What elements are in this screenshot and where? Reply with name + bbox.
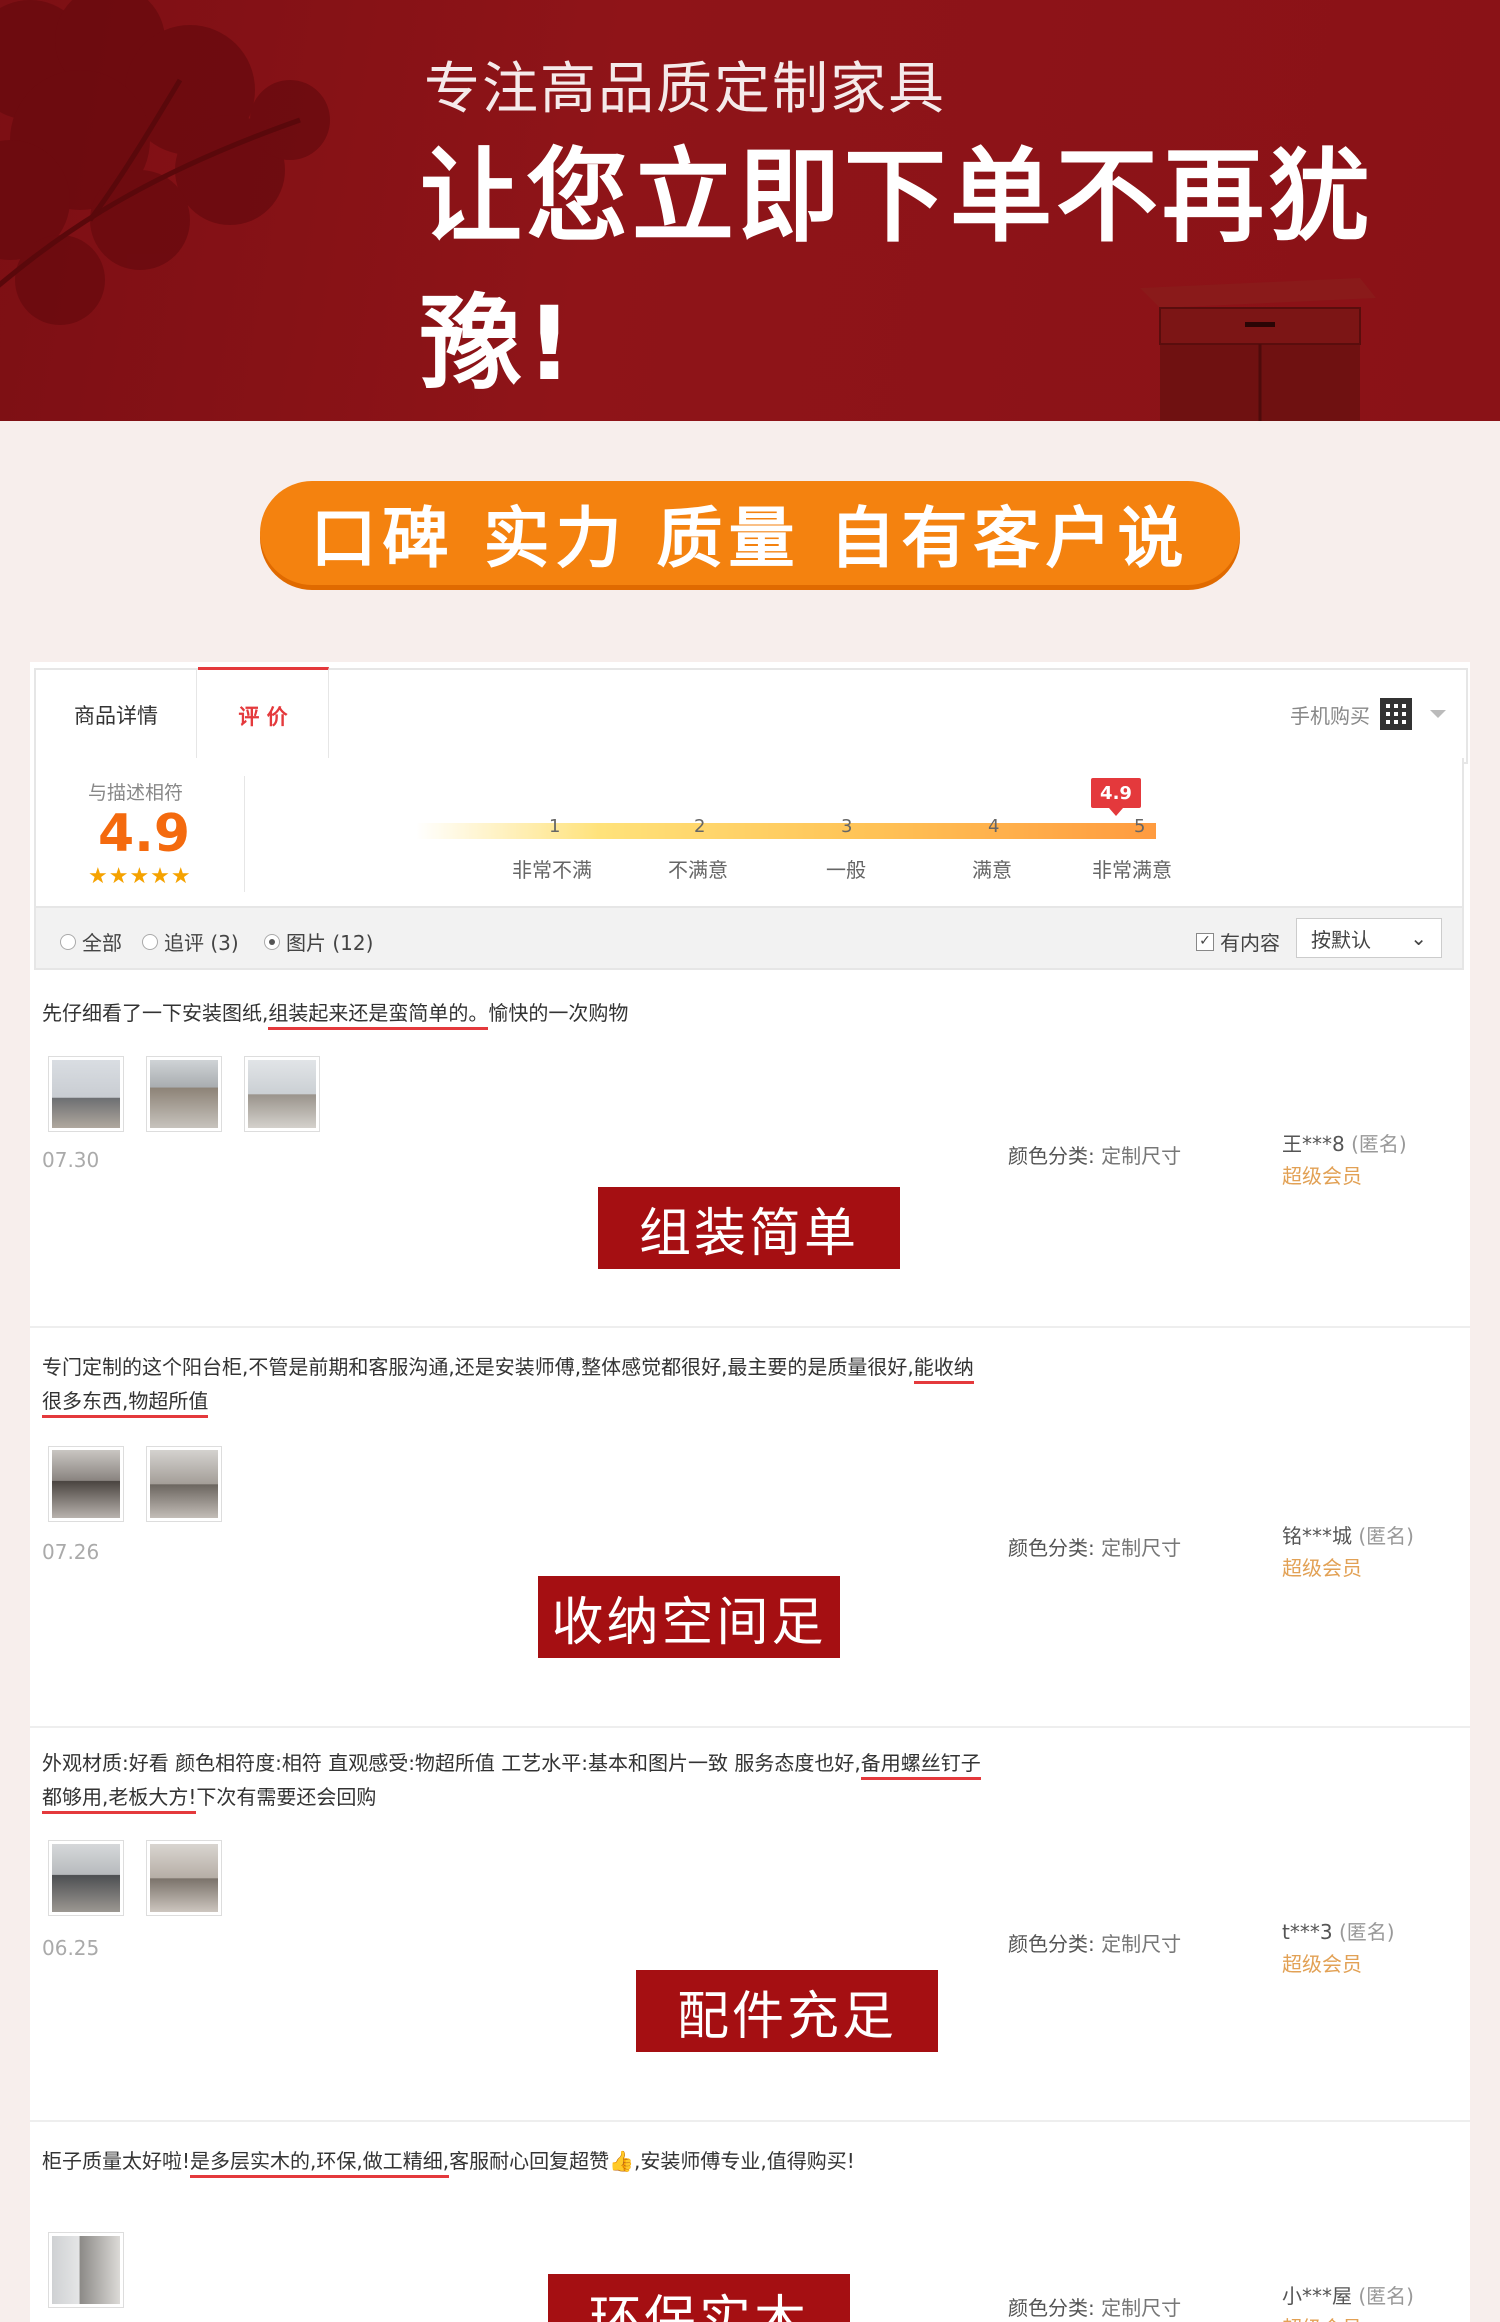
review-photo[interactable] — [48, 2232, 124, 2308]
reviewer-name: 铭***城 (匿名) — [1282, 1524, 1414, 1548]
filter-all[interactable]: 全部 — [60, 927, 122, 956]
review-text: 先仔细看了一下安装图纸,组装起来还是蛮简单的。愉快的一次购物 — [42, 996, 992, 1030]
reviewer-name: t***3 (匿名) — [1282, 1920, 1395, 1944]
review-photo[interactable] — [146, 1840, 222, 1916]
review-highlight: 组装起来还是蛮简单的。 — [268, 1001, 489, 1030]
qr-code-icon — [1380, 698, 1412, 730]
divider — [244, 776, 245, 892]
radio-icon — [142, 933, 158, 950]
scale-label-5: 非常满意 — [1092, 858, 1172, 882]
vip-badge: 超级会员 — [1282, 1952, 1362, 1976]
scale-num-1: 1 — [549, 816, 561, 837]
rating-scale-bar — [416, 823, 1156, 839]
color-category: 颜色分类: 定制尺寸 — [1008, 1536, 1182, 1560]
rating-score: 4.9 — [98, 804, 191, 864]
has-content-checkbox[interactable]: ✓ 有内容 — [1196, 927, 1280, 956]
scale-num-4: 4 — [988, 816, 1000, 837]
color-category: 颜色分类: 定制尺寸 — [1008, 1144, 1182, 1168]
review-text: 柜子质量太好啦!是多层实木的,环保,做工精细,客服耐心回复超赞👍,安装师傅专业,… — [42, 2144, 992, 2178]
reviewer-name: 小***屋 (匿名) — [1282, 2284, 1414, 2308]
review-text: 外观材质:好看 颜色相符度:相符 直观感受:物超所值 工艺水平:基本和图片一致 … — [42, 1746, 992, 1814]
highlight-tag: 收纳空间足 — [538, 1576, 840, 1658]
page: 专注高品质定制家具 让您立即下单不再犹豫! 口碑 实力 质量 自有客户说 商品详… — [0, 0, 1500, 2322]
color-category: 颜色分类: 定制尺寸 — [1008, 1932, 1182, 1956]
scale-num-5: 5 — [1134, 816, 1146, 837]
review-panel: 商品详情 评 价 手机购买 与描述相符 4.9 ★★★★★ 4.9 1 2 3 … — [30, 662, 1470, 2322]
review-date: 06.25 — [42, 1936, 100, 1960]
highlight-tag: 环保实木 — [548, 2274, 850, 2322]
rating-stars-icon: ★★★★★ — [88, 864, 192, 889]
chevron-down-icon: ⌄ — [1410, 926, 1427, 950]
chevron-down-icon — [1430, 710, 1446, 718]
vip-badge: 超级会员 — [1282, 1556, 1362, 1580]
review-photo[interactable] — [146, 1056, 222, 1132]
highlight-tag: 组装简单 — [598, 1187, 900, 1269]
review-date: 07.26 — [42, 1540, 100, 1564]
review-item: 专门定制的这个阳台柜,不管是前期和客服沟通,还是安装师傅,整体感觉都很好,最主要… — [30, 1326, 1470, 1728]
filter-follow-up[interactable]: 追评 (3) — [142, 927, 239, 956]
scale-label-3: 一般 — [826, 858, 866, 882]
has-content-label: 有内容 — [1220, 931, 1280, 955]
scale-num-3: 3 — [841, 816, 853, 837]
rating-label: 与描述相符 — [88, 782, 184, 804]
filter-pics-label: 图片 (12) — [286, 931, 374, 955]
reviewer-name: 王***8 (匿名) — [1282, 1132, 1407, 1156]
radio-icon — [60, 933, 76, 950]
review-photos — [48, 1446, 222, 1522]
radio-selected-icon — [264, 933, 280, 950]
review-date: 07.30 — [42, 1148, 100, 1172]
tab-product-details[interactable]: 商品详情 — [36, 670, 197, 760]
review-item: 柜子质量太好啦!是多层实木的,环保,做工精细,客服耐心回复超赞👍,安装师傅专业,… — [30, 2120, 1470, 2322]
review-filter-bar: 全部 追评 (3) 图片 (12) ✓ 有内容 按默认 ⌄ — [34, 908, 1464, 970]
review-photos — [48, 1056, 320, 1132]
sort-select[interactable]: 按默认 ⌄ — [1296, 918, 1442, 958]
scale-label-2: 不满意 — [668, 858, 728, 882]
hero-banner: 专注高品质定制家具 让您立即下单不再犹豫! — [0, 0, 1500, 421]
vip-badge: 超级会员 — [1282, 2312, 1362, 2322]
review-photo[interactable] — [48, 1056, 124, 1132]
review-item: 先仔细看了一下安装图纸,组装起来还是蛮简单的。愉快的一次购物 07.30 颜色分… — [30, 970, 1470, 1328]
review-photo[interactable] — [48, 1446, 124, 1522]
review-photo[interactable] — [244, 1056, 320, 1132]
scale-label-4: 满意 — [972, 858, 1012, 882]
mobile-buy-label: 手机购买 — [1290, 703, 1370, 728]
rating-summary: 与描述相符 4.9 ★★★★★ 4.9 1 2 3 4 5 非常不满 不满意 一… — [34, 758, 1464, 908]
cabinet-image — [1140, 278, 1376, 421]
hero-subtitle: 专注高品质定制家具 — [424, 57, 946, 122]
filter-follow-label: 追评 (3) — [164, 931, 239, 955]
highlight-tag: 配件充足 — [636, 1970, 938, 2052]
scale-label-1: 非常不满 — [512, 858, 592, 882]
review-photos — [48, 2232, 124, 2308]
review-highlight: 是多层实木的,环保,做工精细, — [190, 2149, 450, 2178]
review-photo[interactable] — [146, 1446, 222, 1522]
sort-label: 按默认 — [1311, 927, 1371, 952]
rating-bubble: 4.9 — [1091, 778, 1141, 816]
vip-badge: 超级会员 — [1282, 1164, 1362, 1188]
filter-all-label: 全部 — [82, 931, 122, 955]
mobile-buy[interactable]: 手机购买 — [1290, 698, 1446, 730]
filter-pictures[interactable]: 图片 (12) — [264, 927, 373, 956]
slogan-text: 口碑 实力 质量 自有客户说 — [310, 500, 1190, 577]
review-photos — [48, 1840, 222, 1916]
checkbox-checked-icon: ✓ — [1196, 932, 1214, 951]
color-category: 颜色分类: 定制尺寸 — [1008, 2296, 1182, 2320]
tree-branch-decoration — [0, 0, 330, 325]
tab-reviews[interactable]: 评 价 — [198, 667, 329, 762]
scale-num-2: 2 — [694, 816, 706, 837]
tab-bar: 商品详情 评 价 手机购买 — [34, 667, 1468, 764]
review-photo[interactable] — [48, 1840, 124, 1916]
review-item: 外观材质:好看 颜色相符度:相符 直观感受:物超所值 工艺水平:基本和图片一致 … — [30, 1726, 1470, 2122]
slogan-banner: 口碑 实力 质量 自有客户说 — [260, 481, 1240, 585]
review-text: 专门定制的这个阳台柜,不管是前期和客服沟通,还是安装师傅,整体感觉都很好,最主要… — [42, 1350, 992, 1418]
